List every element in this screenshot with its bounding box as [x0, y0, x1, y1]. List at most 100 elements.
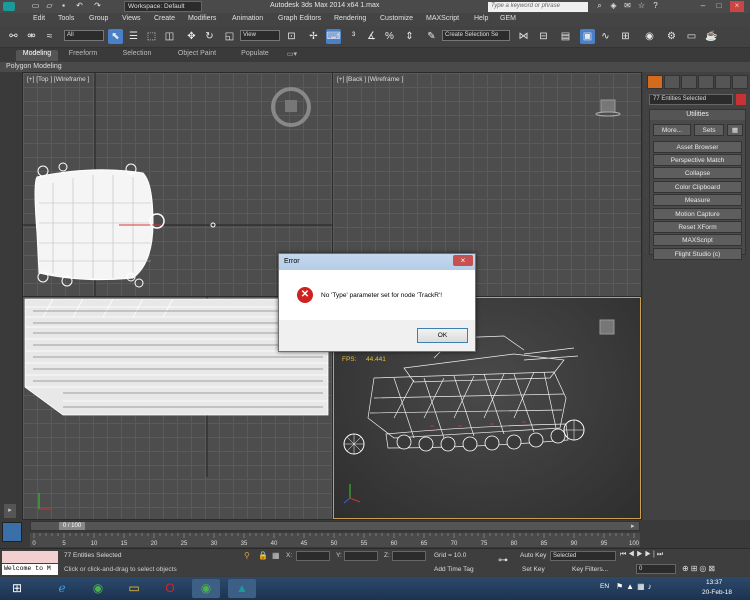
menu-item-rendering[interactable]: Rendering	[334, 15, 366, 22]
collapse-button[interactable]: Collapse	[653, 167, 742, 179]
create-tab-icon[interactable]	[647, 75, 663, 89]
track-bar[interactable]: 0 5 10 15 20 25 30 35 40 45 50 55 60 65 70 75 80 85 90 95 10…	[30, 533, 640, 547]
hierarchy-tab-icon[interactable]	[681, 75, 697, 89]
menu-item-graph-editors[interactable]: Graph Editors	[278, 15, 321, 22]
isolate-selection-icon[interactable]: ⚲	[244, 551, 250, 560]
object-name-field[interactable]: 77 Entities Selected	[649, 94, 733, 105]
tab-object-paint[interactable]: Object Paint	[172, 50, 222, 61]
chrome-window-icon[interactable]: ◉	[192, 579, 220, 598]
menu-item-views[interactable]: Views	[122, 15, 141, 22]
layer-manager-icon[interactable]: ▤	[558, 29, 573, 44]
motion-capture-button[interactable]: Motion Capture	[653, 208, 742, 220]
selection-filter-dropdown[interactable]: All	[64, 30, 104, 41]
opera-icon[interactable]: O	[156, 579, 184, 598]
flight-studio-button[interactable]: Flight Studio (c)	[653, 248, 742, 260]
chrome-icon[interactable]: ◉	[84, 579, 112, 598]
menu-item-customize[interactable]: Customize	[380, 15, 413, 22]
key-mode-dropdown[interactable]: Selected	[550, 551, 616, 561]
time-slider-next-icon[interactable]: ▸	[631, 522, 635, 530]
menu-item-create[interactable]: Create	[154, 15, 175, 22]
graphite-modeling-tools-icon[interactable]: ▣	[580, 29, 595, 44]
minimize-icon[interactable]: –	[696, 1, 710, 12]
snaps-toggle-icon[interactable]: ³	[346, 29, 361, 44]
workspace-dropdown[interactable]: Workspace: Default	[124, 1, 202, 12]
reference-coordinate-dropdown[interactable]: View	[240, 30, 280, 41]
named-selection-sets-dropdown[interactable]: Create Selection Se	[442, 30, 510, 41]
select-and-link-icon[interactable]: ⚯	[6, 29, 21, 44]
tray-icons[interactable]: ⚑▲▦♪	[616, 582, 655, 591]
align-icon[interactable]: ⊟	[536, 29, 551, 44]
configure-sets-icon[interactable]: ▦	[727, 124, 743, 136]
menu-item-maxscript[interactable]: MAXScript	[426, 15, 459, 22]
3ds-max-taskbar-icon[interactable]: ▲	[228, 579, 256, 598]
pivot-center-icon[interactable]: ⊡	[284, 29, 299, 44]
render-setup-icon[interactable]: ⚙	[664, 29, 679, 44]
selection-lock-icon[interactable]: 🔒	[258, 551, 268, 560]
mini-curve-editor-icon[interactable]	[2, 522, 22, 542]
reset-xform-button[interactable]: Reset XForm	[653, 221, 742, 233]
perspective-match-button[interactable]: Perspective Match	[653, 154, 742, 166]
menu-item-help[interactable]: Help	[474, 15, 488, 22]
internet-explorer-icon[interactable]: ℯ	[48, 579, 76, 598]
select-and-manipulate-icon[interactable]: ✢	[306, 29, 321, 44]
z-coordinate-field[interactable]	[392, 551, 426, 561]
select-by-name-icon[interactable]: ☰	[126, 29, 141, 44]
render-production-icon[interactable]: ☕	[704, 29, 719, 44]
menu-item-group[interactable]: Group	[89, 15, 108, 22]
color-clipboard-button[interactable]: Color Clipboard	[653, 181, 742, 193]
asset-browser-button[interactable]: Asset Browser	[653, 141, 742, 153]
tab-populate[interactable]: Populate	[234, 50, 276, 61]
search-input[interactable]: Type a keyword or phrase	[488, 2, 588, 12]
set-key-icon[interactable]: ⊶	[498, 555, 508, 566]
current-frame-field[interactable]: 0	[636, 564, 676, 574]
modify-tab-icon[interactable]	[664, 75, 680, 89]
close-icon[interactable]: ×	[730, 1, 744, 12]
file-explorer-icon[interactable]: ▭	[120, 579, 148, 598]
ribbon-options-icon[interactable]: ▭▾	[284, 50, 300, 61]
window-crossing-icon[interactable]: ◫	[162, 29, 177, 44]
viewport-navigation-icons[interactable]: ⊕⊞◎⊠	[682, 564, 717, 573]
rollout-title[interactable]: Utilities	[650, 110, 745, 120]
time-slider-handle[interactable]: 0 / 100	[59, 522, 85, 530]
tab-modeling[interactable]: Modeling	[16, 50, 58, 61]
set-key-button[interactable]: Set Key	[522, 566, 545, 573]
auto-key-button[interactable]: Auto Key	[520, 552, 546, 559]
select-and-scale-icon[interactable]: ◱	[222, 29, 237, 44]
material-editor-icon[interactable]: ◉	[642, 29, 657, 44]
app-logo-icon[interactable]	[3, 2, 15, 11]
edit-named-selection-icon[interactable]: ✎	[424, 29, 439, 44]
tab-freeform[interactable]: Freeform	[62, 50, 104, 61]
dialog-close-icon[interactable]: ×	[453, 255, 473, 266]
menu-item-edit[interactable]: Edit	[33, 15, 45, 22]
maximize-icon[interactable]: □	[712, 1, 726, 12]
input-language[interactable]: EN	[600, 583, 609, 590]
sets-button[interactable]: Sets	[694, 124, 724, 136]
display-tab-icon[interactable]	[715, 75, 731, 89]
more-button[interactable]: More...	[653, 124, 691, 136]
select-and-move-icon[interactable]: ✥	[184, 29, 199, 44]
ribbon-subtitle[interactable]: Polygon Modeling	[6, 63, 62, 70]
clock-date[interactable]: 20-Feb-18	[702, 589, 732, 596]
maxscript-listener-mini[interactable]	[2, 551, 58, 563]
mirror-icon[interactable]: ⋈	[516, 29, 531, 44]
menu-item-animation[interactable]: Animation	[232, 15, 263, 22]
maxscript-button[interactable]: MAXScript	[653, 234, 742, 246]
time-slider[interactable]: 0 / 100 ▸	[30, 521, 640, 531]
x-coordinate-field[interactable]	[296, 551, 330, 561]
tab-selection[interactable]: Selection	[114, 50, 160, 61]
playback-controls[interactable]: ⏮◀▶▶|⏭	[620, 551, 665, 559]
rectangular-selection-icon[interactable]: ⬚	[144, 29, 159, 44]
percent-snap-icon[interactable]: %	[382, 29, 397, 44]
utilities-tab-icon[interactable]	[732, 75, 748, 89]
key-filters-button[interactable]: Key Filters...	[572, 566, 608, 573]
menu-item-tools[interactable]: Tools	[58, 15, 74, 22]
clock-time[interactable]: 13:37	[706, 579, 722, 586]
expand-arrow-icon[interactable]: ▸	[4, 504, 16, 518]
curve-editor-icon[interactable]: ∿	[598, 29, 613, 44]
add-time-tag[interactable]: Add Time Tag	[434, 566, 474, 573]
select-and-rotate-icon[interactable]: ↻	[202, 29, 217, 44]
motion-tab-icon[interactable]	[698, 75, 714, 89]
measure-button[interactable]: Measure	[653, 194, 742, 206]
spinner-snap-icon[interactable]: ⇕	[402, 29, 417, 44]
keyboard-shortcut-override-icon[interactable]: ⌨	[326, 29, 341, 44]
